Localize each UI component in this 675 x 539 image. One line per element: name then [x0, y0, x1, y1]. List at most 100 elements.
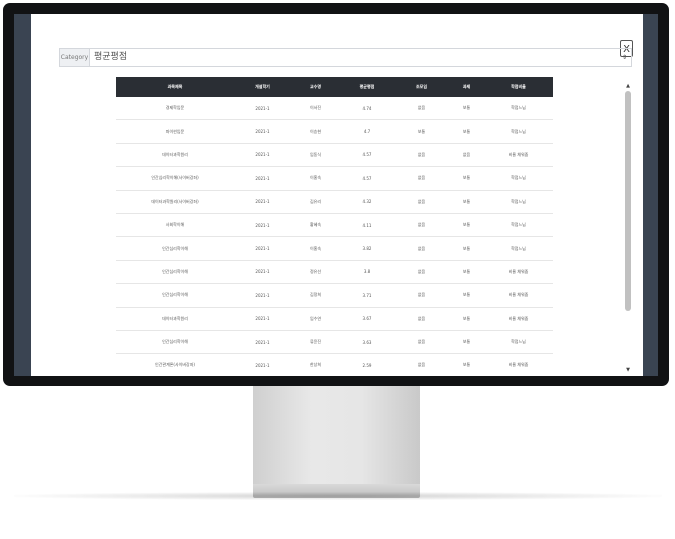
header-average-rating[interactable]: 평균평점 — [340, 77, 394, 97]
select-arrow-icon: ⇕ — [621, 54, 627, 61]
category-selected-value: 평균평점 — [94, 52, 128, 62]
scroll-up-icon[interactable]: ▲ — [625, 83, 631, 89]
average-rating-cell: 4.7 — [340, 119, 394, 144]
assignment-cell: 보통 — [449, 283, 484, 308]
grade-ratio-cell: 학점느님 — [484, 213, 553, 238]
assignment-cell: 보통 — [449, 353, 484, 376]
header-assignment[interactable]: 과제 — [449, 77, 484, 97]
semester-cell: 2021-1 — [234, 283, 291, 308]
table-row[interactable]: 인간심리학이해(사이버강좌) 2021-1 이홍숙 4.57 없음 보통 학점느님 — [116, 166, 553, 191]
professor-cell: 이승현 — [291, 119, 340, 144]
average-rating-cell: 4.57 — [340, 143, 394, 168]
table-row[interactable]: 인간심리학이해 2021-1 정유선 3.8 없음 보통 비율 채워줌 — [116, 260, 553, 285]
professor-cell: 이홍숙 — [291, 236, 340, 261]
group-work-cell: 없음 — [394, 213, 449, 238]
header-course-title[interactable]: 과목제목 — [116, 77, 234, 97]
grade-ratio-cell: 학점느님 — [484, 97, 553, 121]
average-rating-cell: 3.82 — [340, 236, 394, 261]
group-work-cell: 없음 — [394, 307, 449, 331]
table-row[interactable]: 인간심리학이해 2021-1 류윤진 3.63 없음 보통 학점느님 — [116, 330, 553, 355]
professor-cell: 이홍숙 — [291, 166, 340, 191]
scroll-down-icon[interactable]: ▼ — [625, 367, 631, 373]
table-row[interactable]: 인간관계론(사이버강좌) 2021-1 한상희 2.59 없음 보통 비율 채워줌 — [116, 353, 553, 376]
course-title-cell: 인간심리학이해(사이버강좌) — [116, 166, 234, 191]
professor-cell: 김정희 — [291, 283, 340, 308]
course-title-cell: 데이터과학원리(사이버강좌) — [116, 190, 234, 214]
course-title-cell: 경제학입문 — [116, 97, 234, 121]
average-rating-cell: 4.32 — [340, 190, 394, 214]
table-row[interactable]: 파이썬입문 2021-1 이승현 4.7 보통 보통 학점느님 — [116, 119, 553, 144]
group-work-cell: 없음 — [394, 236, 449, 261]
table-row[interactable]: 사회학이해 2021-1 황혜숙 4.11 없음 보통 학점느님 — [116, 213, 553, 238]
semester-cell: 2021-1 — [234, 97, 291, 121]
group-work-cell: 없음 — [394, 283, 449, 308]
grade-ratio-cell: 학점느님 — [484, 236, 553, 261]
average-rating-cell: 3.67 — [340, 307, 394, 331]
assignment-cell: 보통 — [449, 97, 484, 121]
table-header-row: 과목제목 개설학기 교수명 평균평점 조모임 과제 학점비율 — [116, 77, 553, 97]
semester-cell: 2021-1 — [234, 119, 291, 144]
grade-ratio-cell: 학점느님 — [484, 119, 553, 144]
grade-ratio-cell: 학점느님 — [484, 330, 553, 355]
group-work-cell: 없음 — [394, 260, 449, 285]
assignment-cell: 보통 — [449, 260, 484, 285]
header-professor[interactable]: 교수명 — [291, 77, 340, 97]
header-group-work[interactable]: 조모임 — [394, 77, 449, 97]
course-title-cell: 인간관계론(사이버강좌) — [116, 353, 234, 376]
group-work-cell: 보통 — [394, 119, 449, 144]
table-row[interactable]: 경제학입문 2021-1 이서진 4.74 없음 보통 학점느님 — [116, 97, 553, 121]
table-row[interactable]: 데이터과학원리 2021-1 임동식 4.57 없음 없음 비율 채워줌 — [116, 143, 553, 168]
average-rating-cell: 3.8 — [340, 260, 394, 285]
semester-cell: 2021-1 — [234, 166, 291, 191]
group-work-cell: 없음 — [394, 97, 449, 121]
course-title-cell: 인간심리학이해 — [116, 283, 234, 308]
semester-cell: 2021-1 — [234, 260, 291, 285]
table-row[interactable]: 데이터과학원리(사이버강좌) 2021-1 김유리 4.32 없음 보통 학점느님 — [116, 190, 553, 214]
group-work-cell: 없음 — [394, 166, 449, 191]
assignment-cell: 보통 — [449, 307, 484, 331]
average-rating-cell: 4.11 — [340, 213, 394, 238]
course-title-cell: 인간심리학이해 — [116, 330, 234, 355]
monitor-screen: X Category 평균평점 ⇕ 과목제목 개설학기 교수명 평균평점 조모임… — [14, 14, 658, 376]
floor-shadow — [14, 492, 662, 500]
category-select[interactable]: 평균평점 ⇕ — [90, 48, 632, 67]
professor-cell: 김유리 — [291, 190, 340, 214]
table-row[interactable]: 인간심리학이해 2021-1 이홍숙 3.82 없음 보통 학점느님 — [116, 236, 553, 261]
professor-cell: 류윤진 — [291, 330, 340, 355]
professor-cell: 임수연 — [291, 307, 340, 331]
average-rating-cell: 2.59 — [340, 353, 394, 376]
semester-cell: 2021-1 — [234, 307, 291, 331]
category-label: Category — [59, 48, 90, 67]
group-work-cell: 없음 — [394, 330, 449, 355]
average-rating-cell: 4.57 — [340, 166, 394, 191]
table-scrollbar[interactable]: ▲ ▼ — [625, 83, 631, 373]
group-work-cell: 없음 — [394, 190, 449, 214]
grade-ratio-cell: 비율 채워줌 — [484, 143, 553, 168]
assignment-cell: 보통 — [449, 213, 484, 238]
course-title-cell: 파이썬입문 — [116, 119, 234, 144]
grade-ratio-cell: 비율 채워줌 — [484, 353, 553, 376]
table-row[interactable]: 데이터과학원리 2021-1 임수연 3.67 없음 보통 비율 채워줌 — [116, 307, 553, 331]
grade-ratio-cell: 학점느님 — [484, 190, 553, 214]
course-table: 과목제목 개설학기 교수명 평균평점 조모임 과제 학점비율 경제학입문 2021… — [116, 77, 553, 376]
scroll-thumb[interactable] — [625, 91, 631, 311]
course-title-cell: 데이터과학원리 — [116, 143, 234, 168]
average-rating-cell: 3.63 — [340, 330, 394, 355]
course-title-cell: 사회학이해 — [116, 213, 234, 238]
table-row[interactable]: 인간심리학이해 2021-1 김정희 3.71 없음 보통 비율 채워줌 — [116, 283, 553, 308]
course-rating-modal: X Category 평균평점 ⇕ 과목제목 개설학기 교수명 평균평점 조모임… — [31, 14, 643, 376]
course-title-cell: 데이터과학원리 — [116, 307, 234, 331]
course-title-cell: 인간심리학이해 — [116, 260, 234, 285]
assignment-cell: 보통 — [449, 166, 484, 191]
semester-cell: 2021-1 — [234, 330, 291, 355]
semester-cell: 2021-1 — [234, 236, 291, 261]
assignment-cell: 보통 — [449, 330, 484, 355]
header-grade-ratio[interactable]: 학점비율 — [484, 77, 553, 97]
semester-cell: 2021-1 — [234, 213, 291, 238]
grade-ratio-cell: 비율 채워줌 — [484, 283, 553, 308]
professor-cell: 한상희 — [291, 353, 340, 376]
group-work-cell: 없음 — [394, 143, 449, 168]
category-filter: Category 평균평점 ⇕ — [59, 48, 632, 67]
grade-ratio-cell: 비율 채워줌 — [484, 307, 553, 331]
header-semester[interactable]: 개설학기 — [234, 77, 291, 97]
